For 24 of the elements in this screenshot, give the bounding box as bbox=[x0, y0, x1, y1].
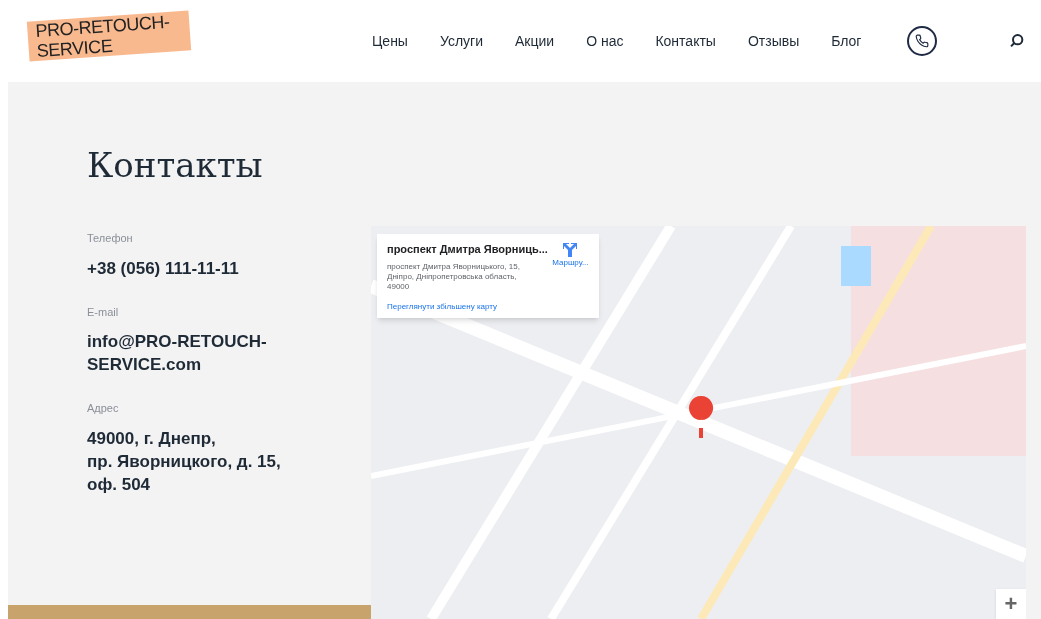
contact-label: E-mail bbox=[87, 304, 120, 320]
directions-button[interactable]: Маршру... bbox=[551, 241, 589, 311]
nav-link[interactable]: Акции bbox=[515, 30, 555, 52]
nav-link[interactable]: Услуги bbox=[439, 30, 483, 52]
logo[interactable]: PRO-RETOUCH-SERVICE bbox=[26, 10, 192, 62]
contact-value: info@PRO-RETOUCH-SERVICE.com bbox=[87, 331, 268, 376]
search-icon[interactable] bbox=[1009, 33, 1026, 49]
larger-map-link[interactable]: Переглянути збільшену карту bbox=[387, 300, 548, 313]
zoom-in-button[interactable]: + bbox=[996, 589, 1026, 619]
contact-label: Телефон bbox=[87, 231, 134, 246]
place-title: проспект Дмитра Яворниць... bbox=[387, 242, 548, 257]
contact-label: Адрес bbox=[87, 401, 120, 416]
contact-value: +38 (056) 111-11-11 bbox=[87, 257, 240, 280]
page-title: Контакты bbox=[87, 144, 263, 187]
phone-icon[interactable] bbox=[907, 26, 938, 56]
nav-link[interactable]: Цены bbox=[372, 30, 408, 52]
nav-link[interactable]: О нас bbox=[586, 30, 624, 52]
nav-link[interactable]: Отзывы bbox=[747, 30, 800, 52]
place-address: проспект Дмитра Яворницького, 15, Дніпро, Дніпропетровська область, 49000 bbox=[387, 261, 521, 292]
map[interactable]: проспект Дмитра Яворниць... проспект Дмитра Яворницького, 15, Дніпро, Дніпропетровська область, 49000 Переглянути збільшену карту Маршру... + bbox=[371, 226, 1026, 619]
nav-link[interactable]: Блог bbox=[831, 30, 862, 52]
directions-icon bbox=[563, 241, 578, 257]
contact-value: 49000, г. Днепр, пр. Яворницкого, д. 15, оф. 504 bbox=[87, 427, 282, 496]
nav-link[interactable]: Контакты bbox=[655, 30, 716, 52]
